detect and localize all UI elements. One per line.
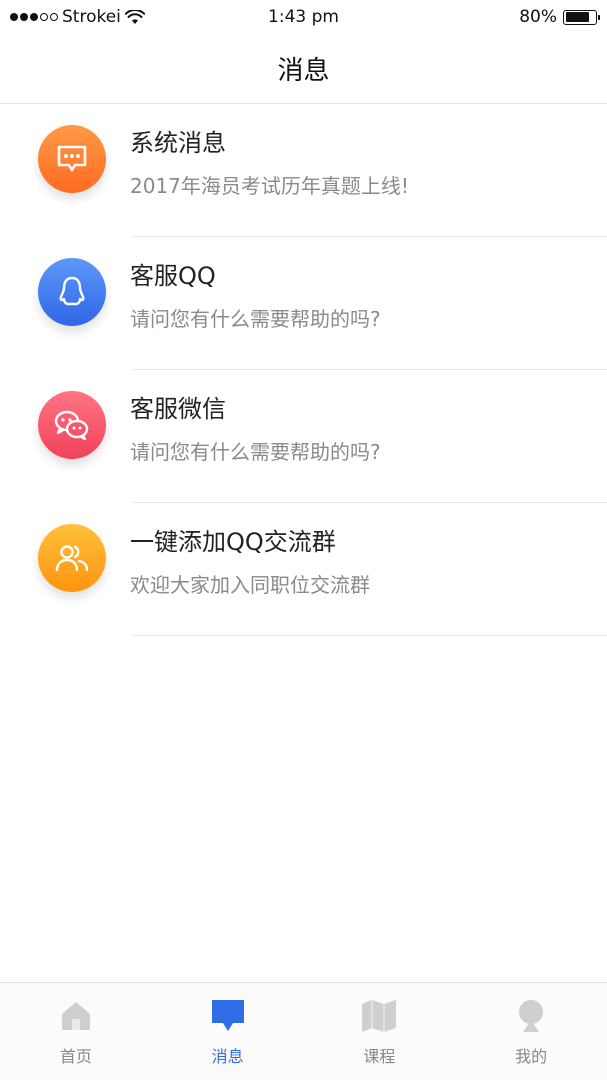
signal-strength-icon [10,13,58,21]
message-item-system[interactable]: 系统消息 2017年海员考试历年真题上线! [0,104,607,237]
wechat-icon [54,410,89,441]
tab-profile[interactable]: 我的 [455,983,607,1080]
status-left: Strokei [10,7,145,27]
tab-label: 课程 [363,1047,396,1066]
message-subtitle: 2017年海员考试历年真题上线! [130,174,409,198]
page-title: 消息 [277,56,330,86]
message-title: 客服QQ [130,262,216,290]
message-item-wechat[interactable]: 客服微信 请问您有什么需要帮助的吗? [0,370,607,503]
group-users-icon [55,545,89,572]
message-icon [209,997,247,1035]
wifi-icon [124,9,145,24]
icon-circle [38,524,106,592]
battery-icon [563,9,600,25]
status-time: 1:43 pm [268,7,339,27]
status-bar: Strokei 1:43 pm 80% [0,0,607,34]
message-subtitle: 请问您有什么需要帮助的吗? [130,440,381,464]
tab-courses[interactable]: 课程 [304,983,456,1080]
message-item-qq[interactable]: 客服QQ 请问您有什么需要帮助的吗? [0,237,607,370]
tab-label: 消息 [211,1047,244,1066]
qq-penguin-icon [59,276,85,306]
nav-bar: 消息 [0,34,607,104]
message-subtitle: 请问您有什么需要帮助的吗? [130,307,381,331]
message-list: 系统消息 2017年海员考试历年真题上线! 客服QQ 请问您有什么需要帮助的吗? [0,104,607,636]
home-icon [57,997,95,1035]
app-screen: Strokei 1:43 pm 80% 消息 系统消息 2017年海员考试历年真… [0,0,607,1080]
map-book-icon [360,997,398,1035]
icon-circle [38,391,106,459]
status-right: 80% [519,7,600,27]
message-title: 一键添加QQ交流群 [130,528,336,556]
tab-label: 我的 [515,1047,548,1066]
profile-icon [512,997,550,1035]
icon-circle [38,258,106,326]
message-subtitle: 欢迎大家加入同职位交流群 [130,573,370,597]
chat-bubble-icon [57,145,87,172]
tab-home[interactable]: 首页 [0,983,152,1080]
message-title: 客服微信 [130,395,226,423]
battery-percent: 80% [519,7,557,27]
divider [132,635,607,636]
icon-circle [38,125,106,193]
carrier-name: Strokei [62,7,121,27]
tab-messages[interactable]: 消息 [152,983,304,1080]
message-title: 系统消息 [130,129,226,157]
tab-label: 首页 [59,1047,92,1066]
tab-bar: 首页 消息 课程 我的 [0,982,607,1080]
message-item-qq-group[interactable]: 一键添加QQ交流群 欢迎大家加入同职位交流群 [0,503,607,636]
